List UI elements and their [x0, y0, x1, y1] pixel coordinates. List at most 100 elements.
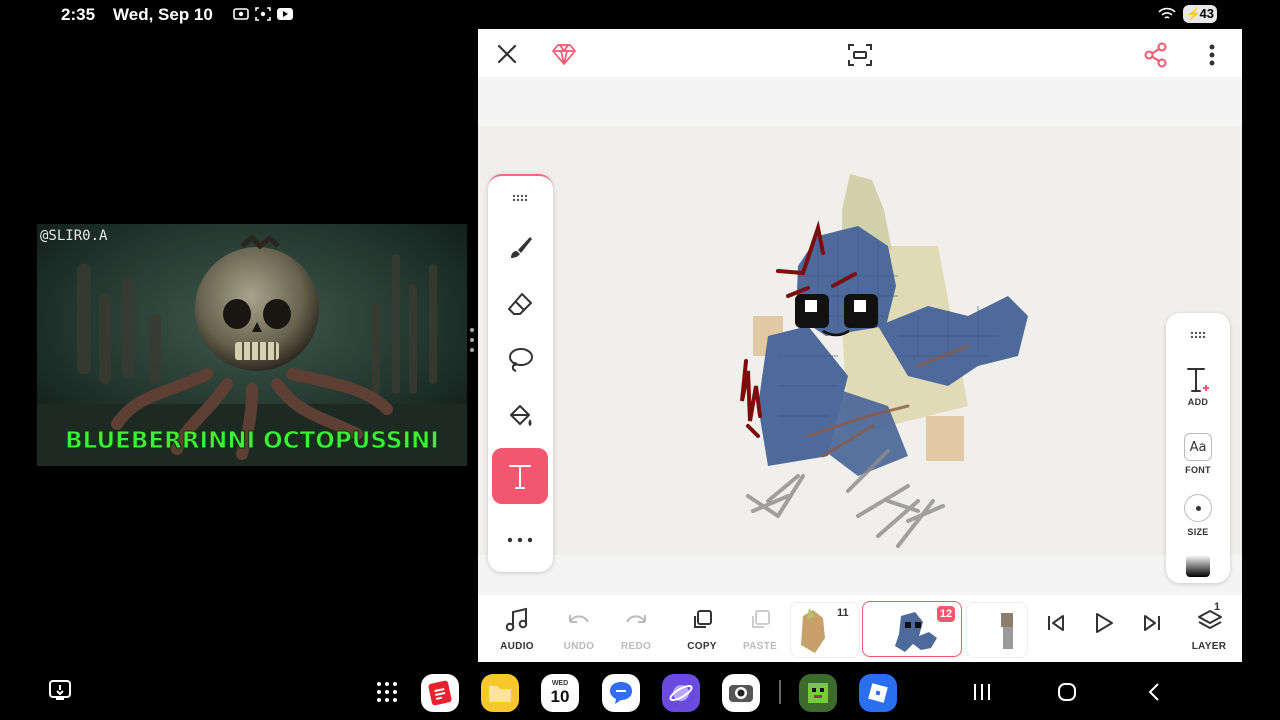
screen-capture-button[interactable] [47, 677, 73, 703]
frame-preview [801, 608, 825, 653]
frame-number: 11 [837, 607, 849, 619]
layer-count: 1 [1214, 601, 1221, 613]
more-options-button[interactable] [1202, 41, 1222, 69]
palette-drag-handle[interactable] [510, 192, 530, 204]
size-dot-icon [1195, 505, 1201, 511]
battery-level: 43 [1199, 6, 1214, 21]
previous-frame-button[interactable] [1044, 611, 1068, 635]
redo-button[interactable] [619, 607, 653, 635]
home-button[interactable] [1054, 679, 1080, 705]
play-icon [1096, 613, 1113, 633]
camera-icon [729, 685, 753, 702]
share-button[interactable] [1142, 41, 1170, 69]
dock-divider [779, 680, 781, 704]
roblox-icon [868, 683, 888, 703]
recents-button[interactable] [968, 680, 996, 704]
calendar-app-button[interactable]: WED 10 [541, 674, 579, 712]
frame-number-badge: 12 [937, 606, 955, 622]
add-text-button[interactable] [1180, 361, 1216, 397]
screenshot-icon [255, 7, 271, 21]
font-label: FONT [1185, 465, 1211, 475]
fit-screen-icon [848, 44, 872, 66]
video-watermark: @SLIR0.A [40, 228, 108, 244]
frame-thumbnail-selected[interactable]: 12 [862, 601, 962, 657]
messages-app-button[interactable] [602, 674, 640, 712]
calendar-date: 10 [550, 687, 570, 706]
recents-icon [974, 684, 990, 700]
gem-icon [552, 44, 576, 65]
audio-button[interactable] [500, 605, 534, 635]
text-tool-button[interactable] [492, 448, 548, 504]
recent-game-app-button[interactable] [799, 674, 837, 712]
undo-button[interactable] [562, 607, 596, 635]
top-toolbar [478, 29, 1242, 77]
screen-capture-icon [49, 680, 71, 700]
brush-icon [511, 237, 532, 258]
add-text-icon [1187, 368, 1209, 392]
character-drawing [740, 174, 1028, 548]
camera-app-button[interactable] [722, 674, 760, 712]
bottom-toolbar: AUDIO UNDO REDO COPY PASTE 11 12 1 LAYER [478, 595, 1242, 662]
home-icon [1058, 683, 1076, 701]
size-label: SIZE [1187, 527, 1209, 537]
close-button[interactable] [494, 41, 520, 67]
roblox-app-button[interactable] [859, 674, 897, 712]
eraser-tool-button[interactable] [492, 276, 548, 332]
layers-icon [1198, 610, 1222, 629]
copy-button[interactable] [685, 605, 719, 635]
notes-app-button[interactable] [421, 674, 459, 712]
frame-thumbnail[interactable] [966, 602, 1028, 658]
paste-icon [752, 610, 770, 628]
copy-icon [694, 610, 712, 628]
brush-tool-button[interactable] [492, 220, 548, 276]
app-drawer-button[interactable] [373, 678, 401, 706]
premium-button[interactable] [551, 41, 577, 67]
split-drag-handle[interactable] [470, 328, 474, 358]
notes-app-icon [428, 680, 452, 706]
music-note-icon [505, 607, 528, 632]
drawing-canvas[interactable] [478, 126, 1242, 555]
copy-label: COPY [687, 641, 717, 652]
game-app-icon [808, 683, 828, 703]
lasso-tool-button[interactable] [492, 332, 548, 388]
drag-dots-icon [512, 194, 528, 202]
planet-icon [669, 685, 693, 701]
status-bar: 2:35 Wed, Sep 10 ⚡ 43 [0, 0, 1280, 30]
play-button[interactable] [1090, 609, 1118, 637]
video-caption: BLUEBERRINNI OCTOPUSSINI [65, 428, 439, 454]
next-frame-button[interactable] [1140, 611, 1164, 635]
layer-label: LAYER [1191, 641, 1227, 652]
skip-next-icon [1144, 615, 1160, 631]
frame-thumbnail[interactable]: 11 [790, 602, 860, 658]
more-tools-button[interactable] [492, 512, 548, 568]
size-button[interactable] [1184, 494, 1212, 522]
paste-label: PASTE [742, 641, 778, 652]
video-thumbnail[interactable]: @SLIR0.A BLUEBERRINNI OCTOPUSSINI [37, 224, 467, 466]
paint-bucket-icon [510, 405, 532, 426]
battery-indicator: ⚡ 43 [1183, 5, 1217, 23]
eraser-icon [508, 293, 532, 315]
more-horizontal-icon [507, 537, 533, 543]
font-button[interactable]: Aa [1184, 433, 1212, 461]
files-app-button[interactable] [481, 674, 519, 712]
skip-previous-icon [1048, 615, 1064, 631]
layer-button[interactable]: 1 [1192, 601, 1228, 635]
fill-tool-button[interactable] [492, 388, 548, 444]
screen-record-icon [233, 8, 249, 20]
text-icon [509, 465, 531, 489]
frame-preview [1001, 613, 1013, 649]
color-swatch-button[interactable] [1186, 555, 1210, 577]
navigation-bar [0, 662, 1280, 720]
font-sample: Aa [1189, 439, 1207, 455]
back-chevron-icon [1148, 683, 1159, 701]
back-button[interactable] [1141, 679, 1167, 705]
text-panel-drag-handle[interactable] [1188, 329, 1208, 341]
apps-grid-icon [377, 682, 397, 702]
fit-screen-button[interactable] [845, 41, 875, 69]
animation-app-window: AUDIO UNDO REDO COPY PASTE 11 12 1 LAYER [478, 29, 1242, 662]
paste-button[interactable] [743, 605, 777, 635]
close-icon [497, 44, 517, 64]
message-bubble-icon [610, 682, 632, 704]
browser-app-button[interactable] [662, 674, 700, 712]
charging-icon: ⚡ [1186, 7, 1201, 21]
